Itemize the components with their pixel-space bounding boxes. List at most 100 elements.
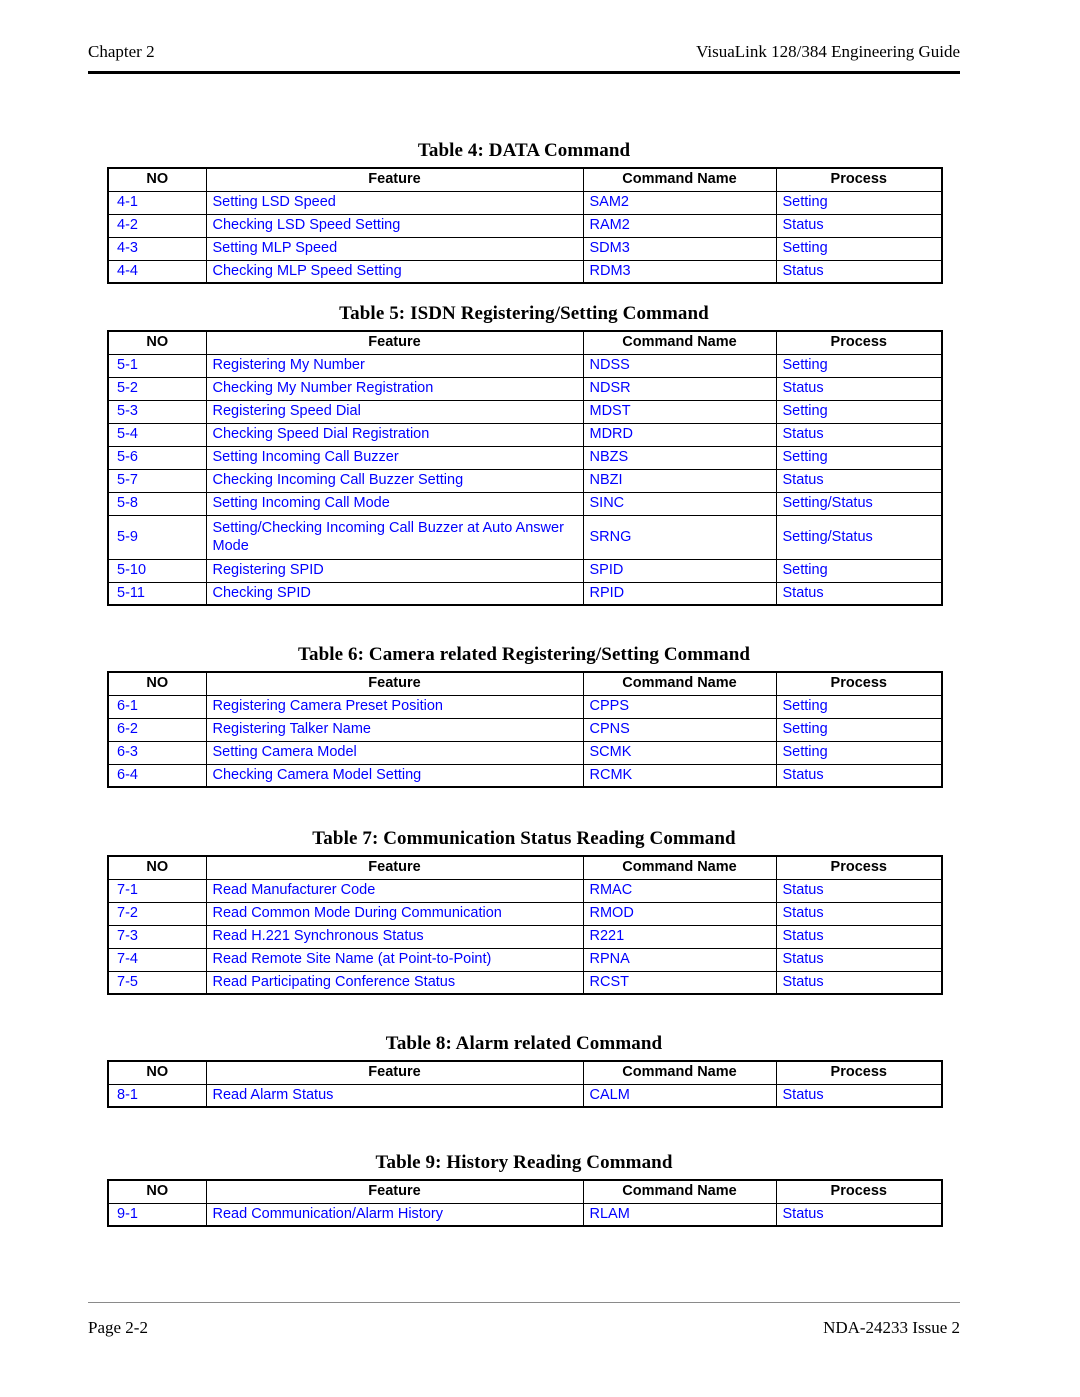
cell-command-name: CALM [582,1083,777,1108]
command-table: NO Feature Command Name Process 8-1 Read Alar… [107,1060,943,1108]
cell-command-name: SPID [582,558,777,583]
cell-process: Status [775,763,943,788]
column-header: Process [775,1060,943,1085]
cell-command-name: NDSR [582,376,777,401]
cell-no: 5-9 [107,514,207,560]
column-header: NO [107,671,207,696]
cell-no: 5-10 [107,558,207,583]
cell-feature: Checking MLP Speed Setting [205,259,584,284]
cell-process: Status [775,1083,943,1108]
table-header-row: NO Feature Command Name Process [107,1179,943,1204]
cell-feature: Setting Camera Model [205,740,584,765]
cell-no: 6-4 [107,763,207,788]
cell-process: Setting [775,558,943,583]
command-table: NO Feature Command Name Process 5-1 Registeri… [107,330,943,607]
cell-command-name: RPID [582,581,777,606]
column-header: NO [107,167,207,192]
table-row: 4-3 Setting MLP Speed SDM3 Setting [107,236,943,261]
cell-feature: Read Remote Site Name (at Point-to-Point… [205,947,584,972]
cell-process: Status [775,924,943,949]
cell-no: 5-6 [107,445,207,470]
cell-process: Setting [775,399,943,424]
cell-no: 5-8 [107,491,207,516]
column-header: Feature [205,855,584,880]
cell-command-name: CPNS [582,717,777,742]
cell-feature: Checking My Number Registration [205,376,584,401]
cell-process: Setting [775,236,943,261]
table-block: Table 8: Alarm related Command NO Feature C… [107,1033,943,1108]
cell-command-name: SRNG [582,514,777,560]
table-row: 7-2 Read Common Mode During Communication… [107,901,943,926]
cell-no: 5-11 [107,581,207,606]
table-row: 5-8 Setting Incoming Call Mode SINC Setting… [107,491,943,516]
cell-no: 8-1 [107,1083,207,1108]
cell-command-name: SCMK [582,740,777,765]
table-caption: Table 6: Camera related Registering/Sett… [297,644,751,665]
table-block: Table 5: ISDN Registering/Setting Comman… [107,303,943,607]
cell-no: 9-1 [107,1202,207,1227]
table-row: 5-3 Registering Speed Dial MDST Setting [107,399,943,424]
table-header-row: NO Feature Command Name Process [107,1060,943,1085]
table-row: 4-2 Checking LSD Speed Setting RAM2 Status [107,213,943,238]
header-chapter-label: Chapter 2 [88,42,155,61]
table-row: 7-1 Read Manufacturer Code RMAC Status [107,878,943,903]
footer-document-number: NDA-24233 Issue 2 [823,1318,960,1337]
table-row: 9-1 Read Communication/Alarm History RLAM S… [107,1202,943,1227]
table-row: 4-1 Setting LSD Speed SAM2 Setting [107,190,943,215]
cell-process: Setting [775,190,943,215]
cell-no: 6-1 [107,694,207,719]
cell-process: Setting/Status [775,514,943,560]
header-guide-title: VisuaLink 128/384 Engineering Guide [696,42,960,61]
column-header: Feature [205,167,584,192]
cell-process: Status [775,1202,943,1227]
cell-process: Setting [775,353,943,378]
cell-process: Status [775,878,943,903]
cell-process: Setting [775,717,943,742]
table-row: 8-1 Read Alarm Status CALM Status [107,1083,943,1108]
cell-feature: Setting Incoming Call Mode [205,491,584,516]
column-header: Feature [205,1060,584,1085]
footer-page-number: Page 2-2 [88,1318,148,1337]
column-header: Command Name [582,855,777,880]
table-block: Table 4: DATA Command NO Feature Command Na… [107,140,943,284]
column-header: Command Name [582,330,777,355]
command-table: NO Feature Command Name Process 6-1 Registeri… [107,671,943,788]
cell-process: Status [775,901,943,926]
cell-command-name: RDM3 [582,259,777,284]
command-table: NO Feature Command Name Process 4-1 Setting L… [107,167,943,284]
table-row: 7-5 Read Participating Conference Status R… [107,970,943,995]
table-row: 6-3 Setting Camera Model SCMK Setting [107,740,943,765]
cell-process: Status [775,422,943,447]
table-row: 4-4 Checking MLP Speed Setting RDM3 Status [107,259,943,284]
cell-command-name: RLAM [582,1202,777,1227]
table-caption: Table 4: DATA Command [417,140,631,161]
cell-feature: Checking Speed Dial Registration [205,422,584,447]
cell-command-name: NDSS [582,353,777,378]
cell-no: 4-4 [107,259,207,284]
cell-feature: Checking Camera Model Setting [205,763,584,788]
cell-command-name: RAM2 [582,213,777,238]
cell-feature: Setting MLP Speed [205,236,584,261]
cell-feature: Registering SPID [205,558,584,583]
table-row: 7-4 Read Remote Site Name (at Point-to-Po… [107,947,943,972]
cell-feature: Checking Incoming Call Buzzer Setting [205,468,584,493]
cell-feature: Setting/Checking Incoming Call Buzzer at… [205,514,584,560]
cell-command-name: MDST [582,399,777,424]
cell-feature: Registering Speed Dial [205,399,584,424]
table-caption: Table 7: Communication Status Reading Co… [312,828,736,849]
cell-no: 4-1 [107,190,207,215]
cell-no: 4-3 [107,236,207,261]
column-header: NO [107,855,207,880]
cell-no: 5-2 [107,376,207,401]
table-block: Table 7: Communication Status Reading Co… [107,828,943,995]
cell-no: 5-1 [107,353,207,378]
column-header: Process [775,167,943,192]
table-caption: Table 5: ISDN Registering/Setting Comman… [339,303,709,324]
column-header: Process [775,855,943,880]
column-header: Process [775,1179,943,1204]
cell-command-name: RPNA [582,947,777,972]
cell-process: Status [775,213,943,238]
cell-no: 7-2 [107,901,207,926]
column-header: Feature [205,671,584,696]
table-row: 5-9 Setting/Checking Incoming Call Buzzer… [107,514,943,560]
